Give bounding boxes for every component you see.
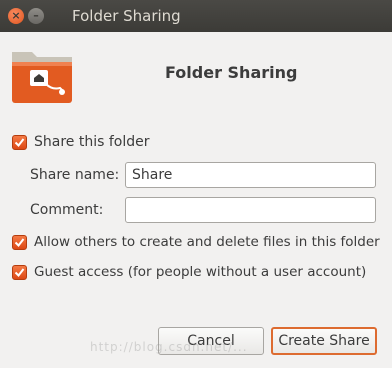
checkmark-icon [14, 267, 25, 277]
guest-access-label: Guest access (for people without a user … [34, 264, 367, 280]
guest-access-checkbox-row[interactable]: Guest access (for people without a user … [12, 264, 366, 280]
share-folder-checkbox-row[interactable]: Share this folder [12, 134, 150, 150]
window-title: Folder Sharing [72, 7, 181, 25]
share-name-input[interactable] [125, 162, 376, 188]
shared-folder-icon [12, 52, 72, 103]
minimize-button[interactable]: – [28, 8, 44, 24]
allow-others-checkbox[interactable] [12, 234, 27, 250]
share-folder-label: Share this folder [34, 134, 150, 150]
title-bar: × – Folder Sharing [0, 0, 392, 32]
allow-others-label: Allow others to create and delete files … [34, 234, 380, 250]
allow-others-checkbox-row[interactable]: Allow others to create and delete files … [12, 234, 380, 250]
close-icon: × [11, 9, 21, 22]
guest-access-checkbox[interactable] [12, 264, 27, 280]
create-share-button[interactable]: Create Share [271, 327, 377, 355]
close-button[interactable]: × [8, 8, 24, 24]
comment-input[interactable] [125, 197, 376, 223]
minimize-icon: – [33, 9, 39, 22]
share-folder-checkbox[interactable] [12, 134, 27, 150]
checkmark-icon [14, 137, 25, 147]
watermark: http://blog.csdn.net/... [90, 340, 248, 354]
share-name-label: Share name: [30, 167, 120, 183]
comment-label: Comment: [30, 202, 104, 218]
checkmark-icon [14, 237, 25, 247]
dialog-heading: Folder Sharing [165, 63, 298, 82]
